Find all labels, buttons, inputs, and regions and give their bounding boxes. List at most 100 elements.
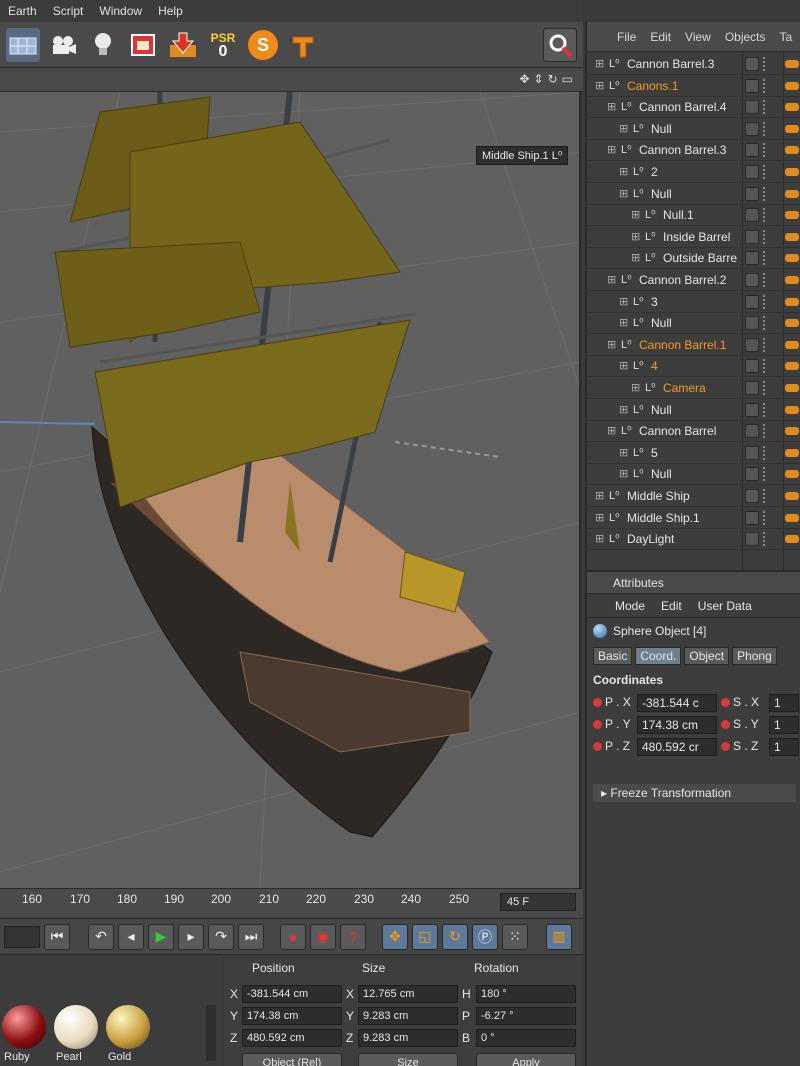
- material-gold[interactable]: Gold: [106, 1005, 152, 1063]
- object-tree-row[interactable]: ⊞ L⁰ Middle Ship.1: [587, 508, 800, 529]
- expand-toggle-icon[interactable]: ⊞: [619, 403, 628, 416]
- previous-frame-icon[interactable]: ◂: [118, 923, 144, 950]
- rot-p-field[interactable]: -6.27 °: [476, 1007, 576, 1025]
- object-tree-row[interactable]: ⊞ L⁰ Cannon Barrel.3: [587, 54, 800, 75]
- attr-s-y-field[interactable]: 1: [769, 716, 799, 734]
- layer-swatch[interactable]: [745, 510, 759, 525]
- layer-swatch[interactable]: [745, 489, 759, 503]
- position-key-icon[interactable]: ✥: [382, 923, 408, 950]
- layer-swatch[interactable]: [745, 78, 759, 93]
- visibility-dots-icon[interactable]: [763, 316, 767, 331]
- apply-button[interactable]: Apply: [476, 1053, 576, 1066]
- material-tag-icon[interactable]: [785, 211, 799, 220]
- expand-toggle-icon[interactable]: ⊞: [619, 316, 628, 329]
- visibility-dots-icon[interactable]: [763, 121, 767, 136]
- visibility-dots-icon[interactable]: [763, 78, 767, 93]
- expand-toggle-icon[interactable]: ⊞: [607, 143, 616, 156]
- layer-swatch[interactable]: [745, 251, 759, 266]
- material-tag-icon[interactable]: [785, 513, 799, 522]
- size-x-field[interactable]: 12.765 cm: [358, 985, 458, 1003]
- move-view-icon[interactable]: ✥: [519, 72, 529, 86]
- snap-icon[interactable]: S: [246, 28, 280, 62]
- frame-start-field[interactable]: [4, 925, 40, 948]
- attr-s-z-field[interactable]: 1: [769, 738, 799, 756]
- layer-swatch[interactable]: [745, 100, 759, 115]
- material-tag-icon[interactable]: [785, 232, 799, 241]
- layer-swatch[interactable]: [745, 424, 759, 439]
- material-tag-icon[interactable]: [785, 319, 799, 328]
- keyframe-dot-icon[interactable]: [721, 720, 730, 729]
- expand-toggle-icon[interactable]: ⊞: [595, 489, 604, 502]
- material-tag-icon[interactable]: [785, 60, 799, 68]
- expand-toggle-icon[interactable]: ⊞: [607, 100, 616, 113]
- material-tag-icon[interactable]: [785, 492, 799, 500]
- previous-key-icon[interactable]: ↶: [88, 923, 114, 950]
- layer-swatch[interactable]: [745, 294, 759, 309]
- expand-toggle-icon[interactable]: ⊞: [595, 57, 604, 70]
- tab-coord[interactable]: Coord.: [635, 647, 682, 665]
- visibility-dots-icon[interactable]: [763, 294, 767, 309]
- layer-swatch[interactable]: [745, 359, 759, 374]
- layer-swatch[interactable]: [745, 165, 759, 179]
- object-tree-row[interactable]: ⊞ L⁰ Camera: [587, 378, 800, 399]
- object-tree-row[interactable]: ⊞ L⁰ Cannon Barrel.3: [587, 140, 800, 162]
- material-tag-icon[interactable]: [785, 146, 799, 155]
- attr-s-x-field[interactable]: 1: [769, 694, 799, 712]
- object-tree-row[interactable]: ⊞ L⁰ 3: [587, 292, 800, 313]
- tab-object[interactable]: Object: [684, 647, 730, 665]
- attr-p-x-field[interactable]: -381.544 c: [637, 694, 717, 712]
- visibility-dots-icon[interactable]: [763, 445, 767, 460]
- scale-key-icon[interactable]: ◱: [412, 923, 438, 950]
- object-tree-row[interactable]: ⊞ L⁰ Cannon Barrel.4: [587, 97, 800, 119]
- attr-p-y-field[interactable]: 174.38 cm: [637, 716, 717, 734]
- material-tag-icon[interactable]: [785, 276, 799, 284]
- object-tree-row[interactable]: ⊞ L⁰ Middle Ship: [587, 486, 800, 507]
- visibility-dots-icon[interactable]: [763, 510, 767, 525]
- keyframe-dot-icon[interactable]: [593, 742, 602, 751]
- keyframe-selection-icon[interactable]: ?: [340, 923, 366, 950]
- object-tree-row[interactable]: ⊞ L⁰ Cannon Barrel: [587, 421, 800, 443]
- next-frame-icon[interactable]: ▸: [178, 923, 204, 950]
- layer-swatch[interactable]: [745, 337, 759, 352]
- attr-menu-mode[interactable]: Mode: [615, 599, 645, 613]
- om-menu-file[interactable]: File: [617, 30, 636, 44]
- expand-toggle-icon[interactable]: ⊞: [607, 273, 616, 286]
- go-to-end-icon[interactable]: ⏭: [238, 923, 264, 950]
- visibility-dots-icon[interactable]: [763, 273, 767, 287]
- attr-menu-user-data[interactable]: User Data: [698, 599, 752, 613]
- layer-swatch[interactable]: [745, 381, 759, 395]
- material-scrollbar[interactable]: [206, 1005, 216, 1061]
- visibility-dots-icon[interactable]: [763, 143, 767, 158]
- expand-toggle-icon[interactable]: ⊞: [619, 467, 628, 480]
- material-tag-icon[interactable]: [785, 470, 799, 479]
- visibility-dots-icon[interactable]: [763, 402, 767, 417]
- om-menu-tags[interactable]: Ta: [780, 30, 793, 44]
- object-tree-row[interactable]: ⊞ L⁰ 2: [587, 162, 800, 183]
- layer-swatch[interactable]: [745, 229, 759, 244]
- visibility-dots-icon[interactable]: [763, 208, 767, 223]
- expand-toggle-icon[interactable]: ⊞: [595, 532, 604, 545]
- visibility-dots-icon[interactable]: [763, 381, 767, 395]
- autokey-icon[interactable]: ◉: [310, 923, 336, 950]
- object-tree-row[interactable]: ⊞ L⁰ Canons.1: [587, 76, 800, 97]
- layer-swatch[interactable]: [745, 208, 759, 223]
- render-region-icon[interactable]: [126, 28, 160, 62]
- maximize-view-icon[interactable]: ▭: [562, 72, 573, 86]
- point-level-key-icon[interactable]: ⁙: [502, 923, 528, 950]
- size-y-field[interactable]: 9.283 cm: [358, 1007, 458, 1025]
- visibility-dots-icon[interactable]: [763, 337, 767, 352]
- visibility-dots-icon[interactable]: [763, 251, 767, 266]
- expand-toggle-icon[interactable]: ⊞: [619, 122, 628, 135]
- visibility-dots-icon[interactable]: [763, 532, 767, 547]
- material-tag-icon[interactable]: [785, 254, 799, 263]
- object-tree-row[interactable]: ⊞ L⁰ 5: [587, 443, 800, 464]
- layer-swatch[interactable]: [745, 402, 759, 417]
- om-menu-edit[interactable]: Edit: [650, 30, 671, 44]
- 3d-viewport[interactable]: Middle Ship.1 L⁰: [0, 92, 581, 888]
- keyframe-dot-icon[interactable]: [593, 698, 602, 707]
- material-ruby[interactable]: Ruby: [2, 1005, 48, 1063]
- expand-toggle-icon[interactable]: ⊞: [631, 251, 640, 264]
- pos-y-field[interactable]: 174.38 cm: [242, 1007, 342, 1025]
- visibility-dots-icon[interactable]: [763, 467, 767, 482]
- visibility-dots-icon[interactable]: [763, 100, 767, 115]
